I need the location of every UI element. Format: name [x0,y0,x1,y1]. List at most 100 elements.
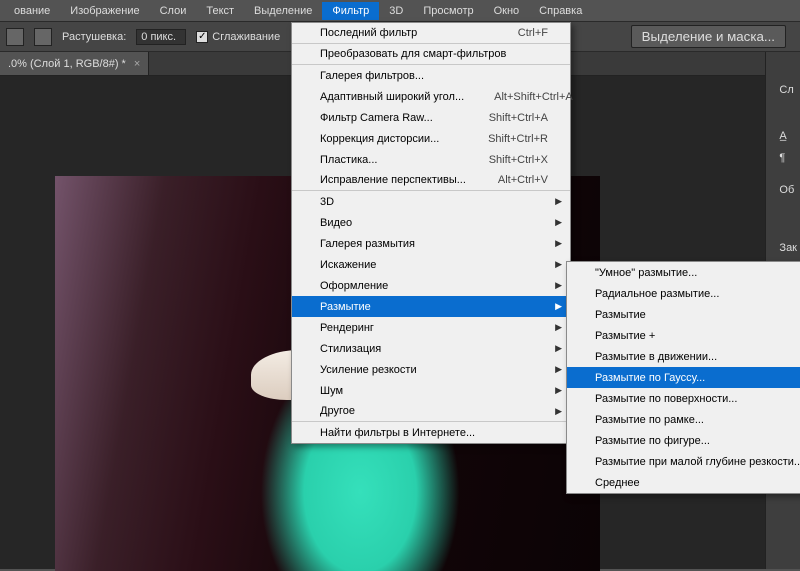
mi-gaussian-blur[interactable]: Размытие по Гауссу... [567,367,800,388]
mi-box-blur[interactable]: Размытие по рамке... [567,409,800,430]
submenu-arrow-icon: ▶ [555,217,562,228]
mi-stylize[interactable]: Стилизация ▶ [292,338,570,359]
submenu-arrow-icon: ▶ [555,364,562,375]
menu-view[interactable]: Просмотр [413,2,483,20]
mi-label: Видео [320,217,548,229]
mi-label: Рендеринг [320,322,548,334]
mi-label: Галерея фильтров... [320,70,548,82]
mi-shape-blur[interactable]: Размытие по фигуре... [567,430,800,451]
feather-label: Растушевка: [62,31,126,43]
mi-blur[interactable]: Размытие ▶ [292,296,570,317]
panel-tab-bookmarks[interactable]: Зак [779,238,797,258]
menu-layer[interactable]: Слои [150,2,197,20]
filter-menu: Последний фильтр Ctrl+F Преобразовать дл… [291,22,571,444]
submenu-arrow-icon: ▶ [555,301,562,312]
mi-radial-blur[interactable]: Радиальное размытие... [567,283,800,304]
mi-label: Размытие [320,301,548,313]
mi-browse-online[interactable]: Найти фильтры в Интернете... [292,422,570,443]
mi-blur-gallery[interactable]: Галерея размытия ▶ [292,233,570,254]
selection-add-icon[interactable] [34,28,52,46]
antialias-label: Сглаживание [212,31,280,43]
mi-label: Адаптивный широкий угол... [320,91,464,103]
menu-type[interactable]: Текст [196,2,244,20]
mi-filter-gallery[interactable]: Галерея фильтров... [292,65,570,86]
mi-label: Стилизация [320,343,548,355]
submenu-arrow-icon: ▶ [555,196,562,207]
mi-surface-blur[interactable]: Размытие по поверхности... [567,388,800,409]
mi-label: Радиальное размытие... [595,288,800,300]
mi-shortcut: Alt+Ctrl+V [468,174,548,186]
mi-shortcut: Shift+Ctrl+X [459,154,548,166]
mi-shortcut: Ctrl+F [488,27,548,39]
submenu-arrow-icon: ▶ [555,280,562,291]
menu-image[interactable]: Изображение [60,2,149,20]
submenu-arrow-icon: ▶ [555,322,562,333]
mi-label: Искажение [320,259,548,271]
mi-label: Размытие по рамке... [595,414,800,426]
panel-tab-layers[interactable]: Сл [779,80,797,100]
feather-input[interactable] [136,29,186,45]
mi-convert-smart[interactable]: Преобразовать для смарт-фильтров [292,44,570,65]
mi-label: Найти фильтры в Интернете... [320,427,548,439]
mi-label: Фильтр Camera Raw... [320,112,459,124]
antialias-checkbox[interactable]: ✓ Сглаживание [196,31,280,43]
mi-shortcut: Alt+Shift+Ctrl+A [464,91,573,103]
mi-label: 3D [320,196,548,208]
mi-label: Размытие + [595,330,800,342]
mi-render[interactable]: Рендеринг ▶ [292,317,570,338]
mi-blur-basic[interactable]: Размытие [567,304,800,325]
menu-window[interactable]: Окно [484,2,530,20]
submenu-arrow-icon: ▶ [555,406,562,417]
mi-label: Пластика... [320,154,459,166]
mi-noise[interactable]: Шум ▶ [292,380,570,401]
select-and-mask-button[interactable]: Выделение и маска... [631,25,786,48]
document-tab[interactable]: .0% (Слой 1, RGB/8#) * × [0,52,149,75]
mi-label: Размытие по поверхности... [595,393,800,405]
menu-3d[interactable]: 3D [379,2,413,20]
main-menubar: ование Изображение Слои Текст Выделение … [0,0,800,22]
menu-select[interactable]: Выделение [244,2,322,20]
mi-label: Среднее [595,477,800,489]
mi-pixelate[interactable]: Оформление ▶ [292,275,570,296]
menu-filter[interactable]: Фильтр [322,2,379,20]
selection-new-icon[interactable] [6,28,24,46]
mi-video[interactable]: Видео ▶ [292,212,570,233]
submenu-arrow-icon: ▶ [555,343,562,354]
mi-lens-correction[interactable]: Коррекция дисторсии... Shift+Ctrl+R [292,128,570,149]
mi-adaptive-wide-angle[interactable]: Адаптивный широкий угол... Alt+Shift+Ctr… [292,86,570,107]
mi-label: Размытие по Гауссу... [595,372,800,384]
mi-label: Усиление резкости [320,364,548,376]
submenu-arrow-icon: ▶ [555,385,562,396]
menu-help[interactable]: Справка [529,2,592,20]
mi-3d[interactable]: 3D ▶ [292,191,570,212]
mi-label: Размытие по фигуре... [595,435,800,447]
mi-label: Размытие в движении... [595,351,800,363]
mi-label: Коррекция дисторсии... [320,133,458,145]
mi-label: Преобразовать для смарт-фильтров [320,48,548,60]
mi-shortcut: Shift+Ctrl+R [458,133,548,145]
mi-last-filter[interactable]: Последний фильтр Ctrl+F [292,23,570,44]
mi-sharpen[interactable]: Усиление резкости ▶ [292,359,570,380]
mi-distort[interactable]: Искажение▶ [292,254,570,275]
mi-vanishing-point[interactable]: Исправление перспективы... Alt+Ctrl+V [292,170,570,191]
panel-tab-properties[interactable]: Об [779,180,797,200]
mi-smart-blur[interactable]: "Умное" размытие... [567,262,800,283]
mi-label: Последний фильтр [320,27,488,39]
close-icon[interactable]: × [134,58,140,70]
mi-label: Галерея размытия [320,238,548,250]
mi-camera-raw[interactable]: Фильтр Camera Raw... Shift+Ctrl+A [292,107,570,128]
mi-label: Оформление [320,280,548,292]
mi-label: Размытие [595,309,800,321]
mi-other[interactable]: Другое▶ [292,401,570,422]
mi-lens-blur[interactable]: Размытие при малой глубине резкости... [567,451,800,472]
mi-blur-more[interactable]: Размытие + [567,325,800,346]
submenu-arrow-icon: ▶ [555,238,562,249]
checkmark-icon: ✓ [196,31,208,43]
mi-shortcut: Shift+Ctrl+A [459,112,548,124]
mi-average[interactable]: Среднее [567,472,800,493]
mi-label: Шум [320,385,548,397]
mi-motion-blur[interactable]: Размытие в движении... [567,346,800,367]
mi-label: "Умное" размытие... [595,267,800,279]
mi-liquify[interactable]: Пластика... Shift+Ctrl+X [292,149,570,170]
menu-edit[interactable]: ование [4,2,60,20]
